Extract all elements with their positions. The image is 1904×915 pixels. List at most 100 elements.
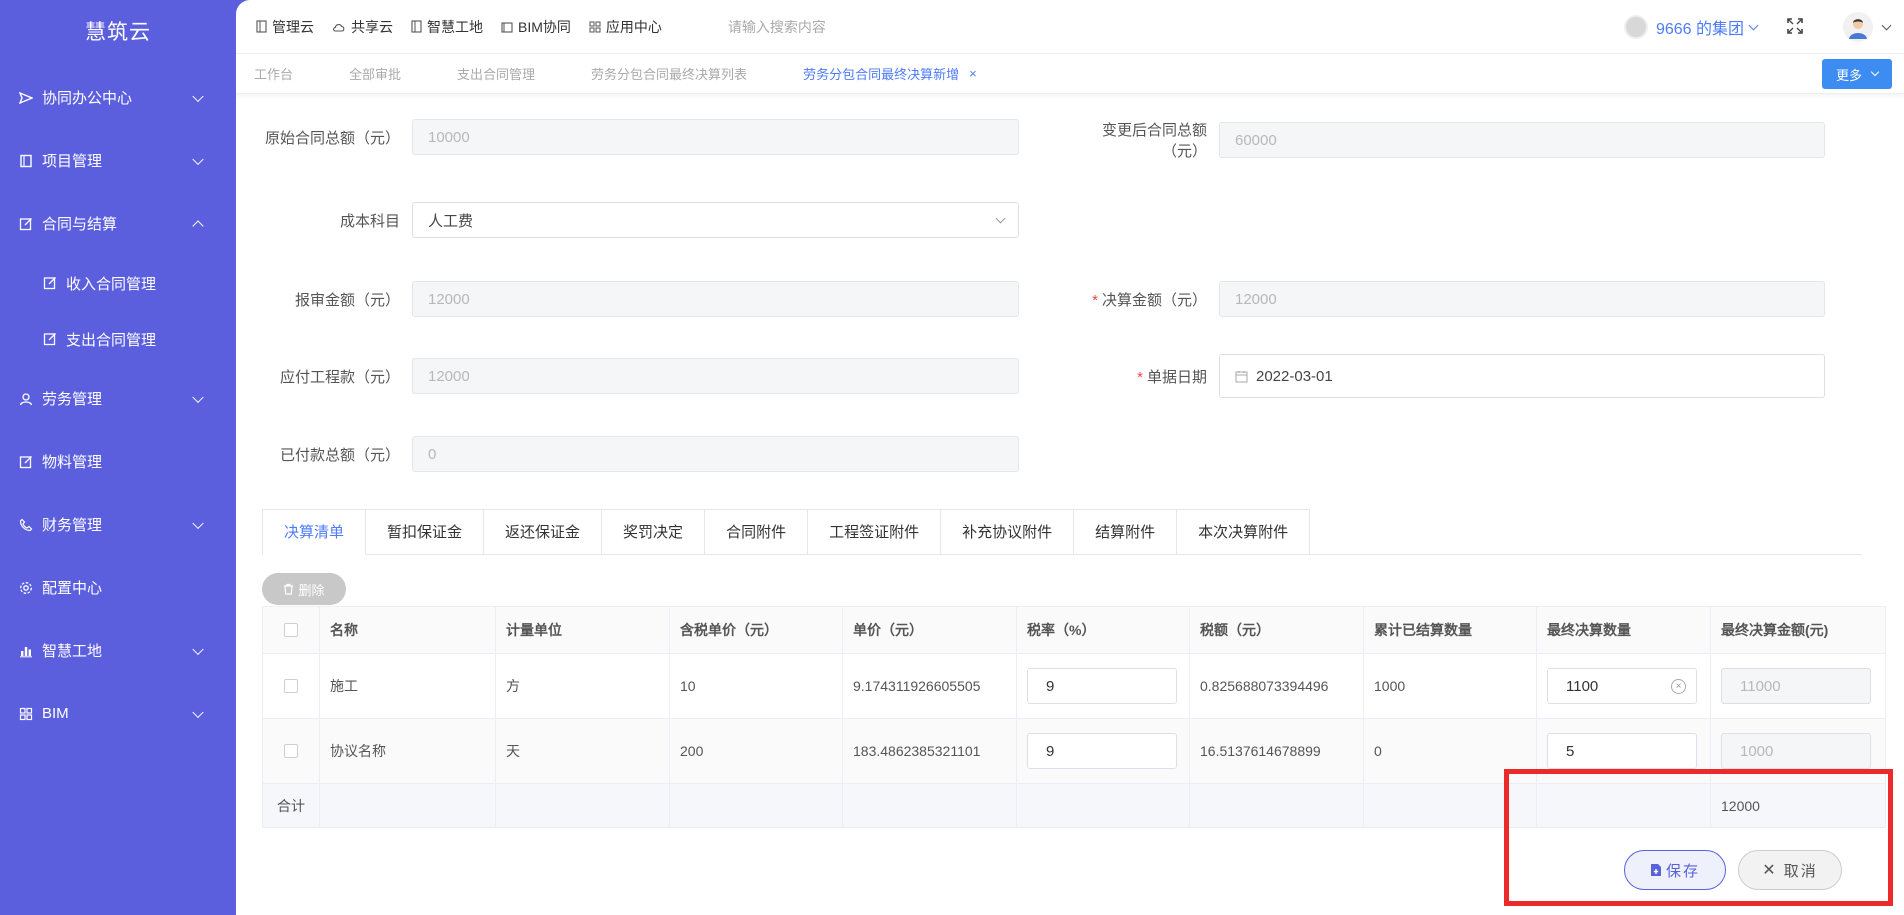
page-icon: [411, 20, 422, 33]
tab-contract-attachments[interactable]: 合同附件: [704, 509, 809, 554]
sidebar-item-labor[interactable]: 劳务管理: [0, 367, 236, 430]
edit-icon: [18, 454, 34, 470]
top-nav-apps[interactable]: 应用中心: [589, 17, 662, 37]
chevron-down-icon: [1881, 20, 1892, 30]
payable-field: 12000: [412, 358, 1019, 394]
sidebar-item-collab[interactable]: 协同办公中心: [0, 66, 236, 129]
final-qty-input[interactable]: 5: [1547, 733, 1697, 769]
cell-name: 施工: [320, 654, 496, 718]
edit-icon: [18, 216, 34, 232]
field-label: 已付款总额（元）: [279, 446, 400, 464]
table-header-row: 名称 计量单位 含税单价（元） 单价（元） 税率（%） 税额（元） 累计已结算数…: [262, 606, 1886, 654]
tab-withheld-deposit[interactable]: 暂扣保证金: [365, 509, 485, 554]
row-checkbox[interactable]: [284, 679, 298, 693]
form-row-orig-total: 原始合同总额（元） 10000: [262, 119, 1019, 155]
sidebar-item-project[interactable]: 项目管理: [0, 129, 236, 192]
grid-icon: [589, 21, 601, 32]
sidebar-item-label: 智慧工地: [42, 643, 103, 660]
group-logo-icon: [1623, 15, 1648, 39]
tab-expense-contracts[interactable]: 支出合同管理: [457, 64, 535, 83]
avatar[interactable]: [1843, 12, 1873, 42]
tab-settlement-attachments[interactable]: 结算附件: [1073, 509, 1178, 554]
field-label: 应付工程款（元）: [279, 368, 400, 386]
top-nav-bim[interactable]: BIM协同: [501, 17, 571, 37]
table-summary-row: 合计 12000: [262, 784, 1886, 828]
chevron-down-icon: [192, 643, 204, 655]
column-header: 最终决算数量: [1537, 607, 1711, 653]
field-label: 成本科目: [339, 212, 400, 230]
group-switcher[interactable]: 9666 的集团: [1656, 15, 1744, 39]
sidebar-item-label: 财务管理: [42, 517, 103, 534]
search-input[interactable]: 请输入搜索内容: [728, 17, 826, 37]
orig-total-field: 10000: [412, 119, 1019, 155]
select-all-checkbox[interactable]: [284, 623, 298, 637]
column-header: 计量单位: [496, 607, 670, 653]
tab-rewards-penalties[interactable]: 奖罚决定: [601, 509, 706, 554]
top-nav-smart-site[interactable]: 智慧工地: [411, 17, 483, 37]
column-header: 累计已结算数量: [1364, 607, 1537, 653]
tab-current-settlement-attachments[interactable]: 本次决算附件: [1176, 509, 1311, 554]
changed-total-field: 60000: [1219, 122, 1825, 158]
sidebar: 慧筑云 协同办公中心 项目管理 合同与结算 收入合同管理 支出合同管理 劳务管理…: [0, 0, 236, 915]
table-row: 协议名称 天 200 183.4862385321101 9 16.513761…: [262, 719, 1886, 784]
sidebar-item-income-contract[interactable]: 收入合同管理: [0, 255, 236, 311]
delete-button[interactable]: 删除: [262, 573, 346, 605]
tab-workbench[interactable]: 工作台: [254, 64, 293, 83]
cost-subject-select[interactable]: 人工费: [412, 202, 1019, 238]
form-row-cost-subject: 成本科目 人工费: [262, 202, 1019, 238]
cell-tax-price: 200: [670, 719, 843, 783]
field-label: 报审金额（元）: [294, 291, 400, 309]
tab-all-approvals[interactable]: 全部审批: [349, 64, 401, 83]
column-header: 税额（元）: [1190, 607, 1364, 653]
tab-final-settlement-new[interactable]: 劳务分包合同最终决算新增 ×: [803, 64, 977, 83]
cell-price: 183.4862385321101: [843, 719, 1017, 783]
doc-date-picker[interactable]: 2022-03-01: [1219, 354, 1825, 398]
tax-rate-input[interactable]: 9: [1027, 733, 1177, 769]
tab-returned-deposit[interactable]: 返还保证金: [483, 509, 603, 554]
tax-rate-input[interactable]: 9: [1027, 668, 1177, 704]
sidebar-item-label: 协同办公中心: [42, 90, 133, 107]
clear-icon[interactable]: ×: [1671, 679, 1686, 694]
close-icon[interactable]: ×: [969, 66, 977, 81]
settlement-table: 名称 计量单位 含税单价（元） 单价（元） 税率（%） 税额（元） 累计已结算数…: [262, 606, 1886, 828]
tab-visa-attachments[interactable]: 工程签证附件: [807, 509, 942, 554]
cell-name: 协议名称: [320, 719, 496, 783]
sidebar-item-smart-site[interactable]: 智慧工地: [0, 619, 236, 682]
sidebar-item-label: 支出合同管理: [66, 331, 157, 349]
sidebar-item-finance[interactable]: 财务管理: [0, 493, 236, 556]
top-nav-share[interactable]: 共享云: [332, 17, 393, 37]
chevron-up-icon: [192, 219, 204, 232]
chevron-down-icon: [1748, 20, 1759, 30]
sidebar-item-expense-contract[interactable]: 支出合同管理: [0, 311, 236, 367]
cell-tax: 16.5137614678899: [1190, 719, 1364, 783]
final-qty-input[interactable]: 1100 ×: [1547, 668, 1697, 704]
sidebar-item-bim[interactable]: BIM: [0, 682, 236, 745]
sidebar-item-contract[interactable]: 合同与结算: [0, 192, 236, 255]
required-mark: *: [1092, 291, 1098, 309]
chevron-down-icon: [192, 391, 204, 403]
chevron-down-icon: [192, 517, 204, 529]
column-header: 含税单价（元）: [670, 607, 843, 653]
cell-settled: 0: [1364, 719, 1537, 783]
app-logo: 慧筑云: [85, 21, 151, 44]
row-checkbox[interactable]: [284, 744, 298, 758]
top-nav-management[interactable]: 管理云: [256, 17, 314, 37]
sidebar-item-label: 物料管理: [42, 454, 103, 471]
final-amount-input: 1000: [1721, 733, 1871, 769]
sidebar-item-config[interactable]: 配置中心: [0, 556, 236, 619]
fullscreen-icon[interactable]: [1787, 17, 1803, 37]
sidebar-item-material[interactable]: 物料管理: [0, 430, 236, 493]
grid-icon: [18, 706, 34, 722]
more-button[interactable]: 更多: [1822, 59, 1892, 89]
required-mark: *: [1137, 368, 1143, 386]
cancel-button[interactable]: ✕ 取消: [1738, 850, 1842, 890]
chevron-down-icon: [1870, 67, 1880, 77]
save-button[interactable]: 保存: [1624, 850, 1726, 890]
tab-final-settlement-list[interactable]: 劳务分包合同最终决算列表: [591, 64, 747, 83]
edit-icon: [42, 331, 58, 347]
tab-supplement-attachments[interactable]: 补充协议附件: [940, 509, 1075, 554]
cell-tax-price: 10: [670, 654, 843, 718]
tab-settlement-list[interactable]: 决算清单: [262, 509, 367, 555]
cell-unit: 方: [496, 654, 670, 718]
cell-unit: 天: [496, 719, 670, 783]
